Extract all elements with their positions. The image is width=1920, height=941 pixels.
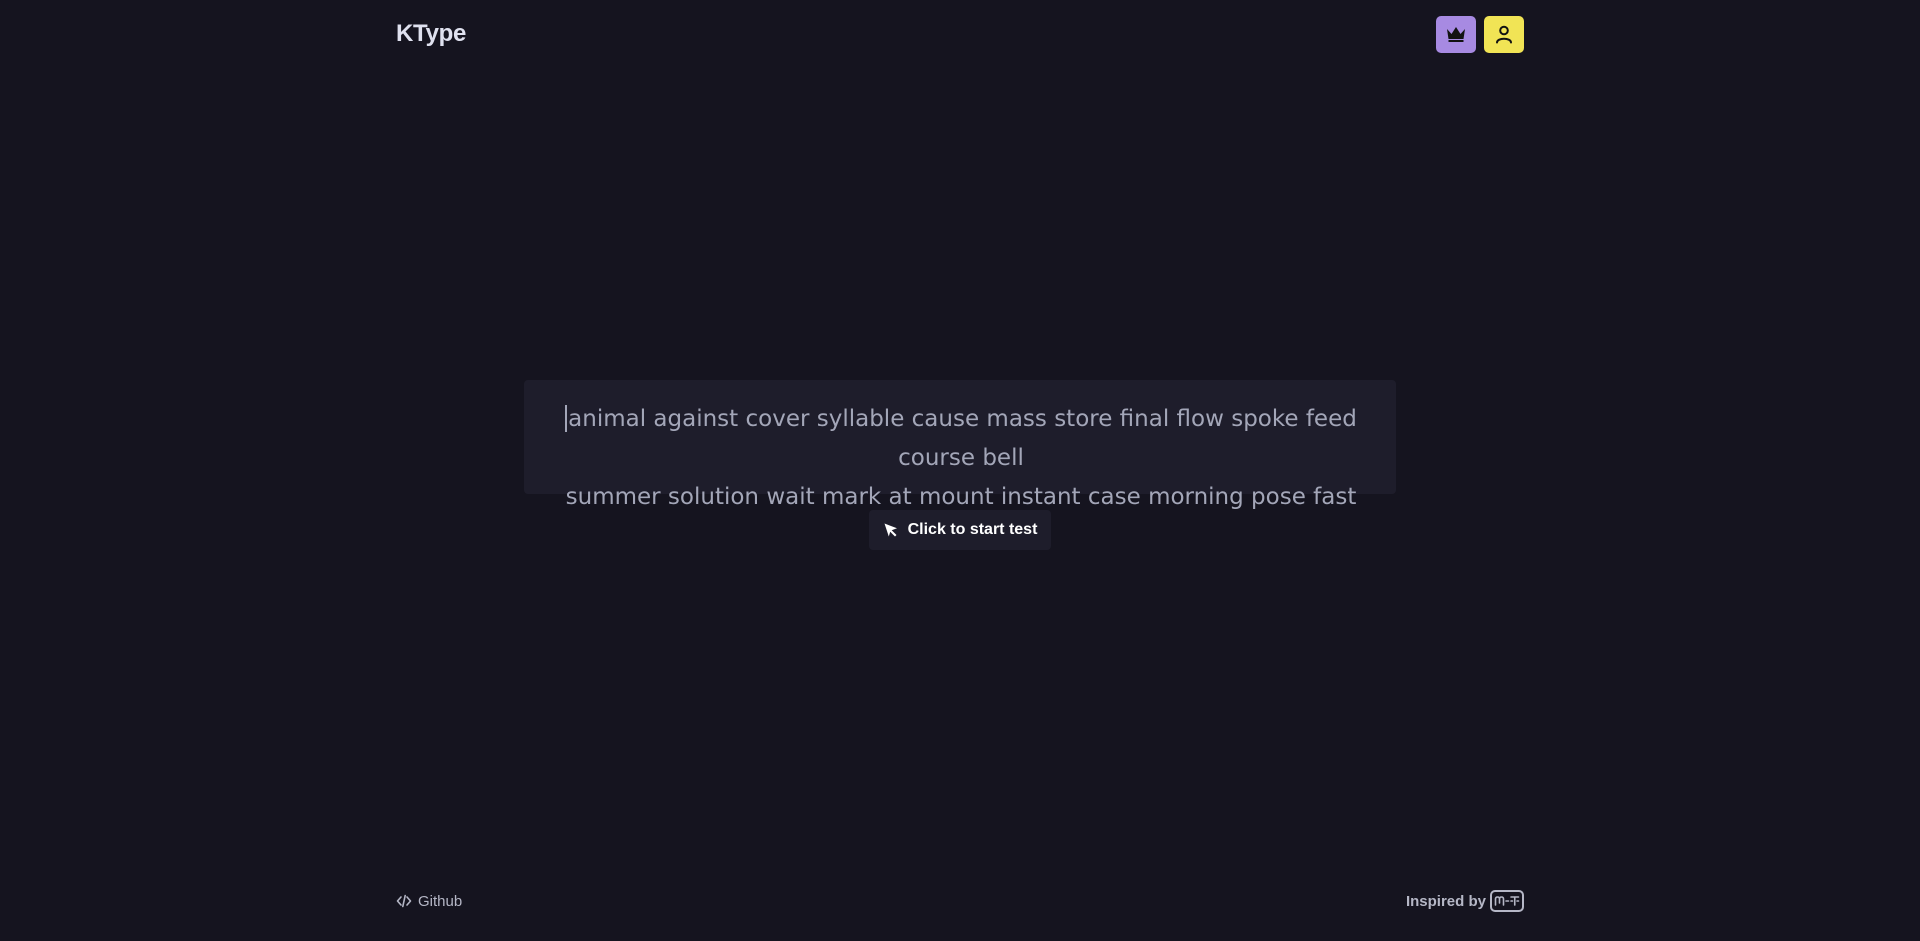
start-test-button[interactable]: Click to start test	[869, 510, 1051, 550]
crown-icon	[1447, 27, 1465, 42]
profile-button[interactable]	[1484, 15, 1524, 53]
typing-area[interactable]: animal against cover syllable cause mass…	[524, 380, 1396, 549]
inspired-by: Inspired by	[1406, 890, 1524, 912]
monkeytype-logo-icon[interactable]	[1490, 890, 1524, 912]
code-icon	[396, 894, 412, 908]
text-caret	[565, 405, 568, 432]
user-icon	[1496, 25, 1512, 44]
premium-button[interactable]	[1436, 15, 1476, 53]
app-logo[interactable]: KType	[396, 20, 466, 48]
start-test-label: Click to start test	[907, 521, 1038, 538]
top-bar: KType	[396, 15, 1524, 53]
footer: Github Inspired by	[396, 888, 1524, 914]
github-link[interactable]: Github	[396, 893, 462, 910]
page: KType animal against cover syllable caus…	[0, 0, 1920, 941]
header-actions	[1436, 15, 1524, 53]
github-label: Github	[418, 892, 463, 910]
words-line-1: animal against cover syllable cause mass…	[542, 400, 1380, 478]
inspired-label: Inspired by	[1405, 892, 1486, 910]
cursor-icon	[884, 523, 897, 537]
